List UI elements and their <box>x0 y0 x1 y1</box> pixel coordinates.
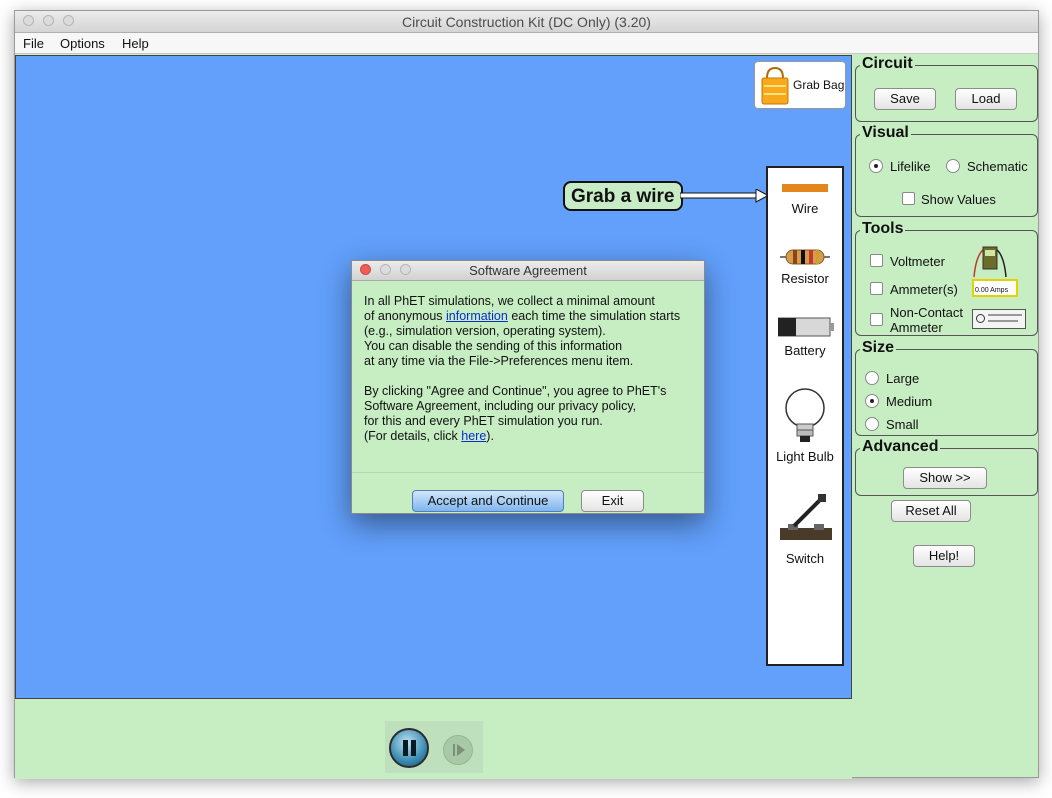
circuit-panel: Circuit Save Load <box>855 55 1038 122</box>
dialog-line: at any time via the File->Preferences me… <box>364 354 634 368</box>
save-button[interactable]: Save <box>874 88 936 110</box>
step-arrow-icon <box>457 744 465 756</box>
visual-panel: Visual Lifelike Schematic Show Values <box>855 124 1038 217</box>
dialog-line: (e.g., simulation version, operating sys… <box>364 324 606 338</box>
size-small-radio[interactable] <box>865 417 879 431</box>
light-bulb-icon <box>785 388 825 442</box>
ammeter-readout: 0.00 Amps <box>975 287 1009 294</box>
ammeter-checkbox[interactable] <box>870 282 883 295</box>
size-large-label: Large <box>886 371 920 386</box>
switch-label: Switch <box>785 551 825 566</box>
dialog-title: Software Agreement <box>469 263 587 278</box>
resistor-icon <box>780 249 830 265</box>
size-medium-radio[interactable] <box>865 394 879 408</box>
light-bulb-label: Light Bulb <box>776 449 834 464</box>
noncontact-text-line <box>988 320 1018 322</box>
noncontact-ammeter-icon <box>972 309 1026 329</box>
size-medium-label: Medium <box>886 394 933 409</box>
show-advanced-button[interactable]: Show >> <box>903 467 987 489</box>
show-values-label: Show Values <box>921 192 996 207</box>
pause-icon <box>403 740 408 756</box>
menu-file[interactable]: File <box>23 36 44 51</box>
circuit-panel-title: Circuit <box>860 55 915 73</box>
tools-panel-title: Tools <box>860 220 906 238</box>
advanced-panel: Advanced Show >> <box>855 438 1038 496</box>
playback-area <box>15 699 852 779</box>
component-toolbox: Wire Resistor Battery Light Bulb Switch <box>766 166 844 666</box>
noncontact-sensor-icon <box>976 314 985 323</box>
dialog-line: In all PhET simulations, we collect a mi… <box>364 294 655 308</box>
dialog-line-text: each time the simulation starts <box>507 309 681 323</box>
pause-button[interactable] <box>389 728 429 768</box>
noncontact-text-line <box>988 314 1022 316</box>
battery-icon <box>778 317 834 337</box>
grab-bag-label: Grab Bag <box>793 78 845 92</box>
schematic-radio[interactable] <box>946 159 960 173</box>
reset-all-button[interactable]: Reset All <box>891 500 971 522</box>
noncontact-ammeter-checkbox[interactable] <box>870 313 883 326</box>
visual-panel-title: Visual <box>860 124 911 142</box>
callout-arrow-icon <box>680 189 770 203</box>
window-title: Circuit Construction Kit (DC Only) (3.20… <box>402 14 651 30</box>
step-icon <box>453 744 455 756</box>
wire-icon <box>782 184 828 192</box>
voltmeter-checkbox[interactable] <box>870 254 883 267</box>
voltmeter-icon <box>973 246 1007 278</box>
dialog-line: By clicking "Agree and Continue", you ag… <box>364 384 667 398</box>
wire-label: Wire <box>791 201 819 216</box>
exit-button[interactable]: Exit <box>581 490 644 512</box>
show-values-checkbox[interactable] <box>902 192 915 205</box>
resistor-label: Resistor <box>781 271 829 286</box>
ammeter-label: Ammeter(s) <box>890 282 958 297</box>
voltmeter-label: Voltmeter <box>890 254 945 269</box>
dialog-line: (For details, click here). <box>364 429 700 444</box>
step-button[interactable] <box>443 735 473 765</box>
dialog-line <box>364 369 700 384</box>
details-here-link[interactable]: here <box>461 429 486 443</box>
dialog-line: You can disable the sending of this info… <box>364 339 623 353</box>
pause-icon-bar <box>411 740 416 756</box>
grab-wire-callout: Grab a wire <box>563 181 683 211</box>
battery-label: Battery <box>784 343 826 358</box>
dialog-line: for this and every PhET simulation you r… <box>364 414 603 428</box>
dialog-line-text: of anonymous <box>364 309 446 323</box>
noncontact-label-line2: Ammeter <box>890 320 943 335</box>
menu-help[interactable]: Help <box>122 36 149 51</box>
schematic-label: Schematic <box>967 159 1028 174</box>
dialog-separator <box>352 472 704 473</box>
grab-bag-button[interactable]: Grab Bag <box>754 61 846 109</box>
software-agreement-dialog: Software Agreement In all PhET simulatio… <box>351 260 705 514</box>
size-panel-title: Size <box>860 339 897 357</box>
dialog-line-text: (For details, click <box>364 429 462 443</box>
load-button[interactable]: Load <box>955 88 1017 110</box>
lifelike-radio[interactable] <box>869 159 883 173</box>
dialog-line: of anonymous information each time the s… <box>364 309 700 324</box>
help-button[interactable]: Help! <box>913 545 975 567</box>
size-small-label: Small <box>886 417 919 432</box>
dialog-title-bar: Software Agreement <box>352 261 704 281</box>
tools-panel: Tools Voltmeter Ammeter(s) 0.00 Amps Non… <box>855 220 1038 336</box>
size-large-radio[interactable] <box>865 371 879 385</box>
title-bar: Circuit Construction Kit (DC Only) (3.20… <box>15 11 1038 33</box>
menu-bar: File Options Help <box>15 33 1038 54</box>
dialog-message: In all PhET simulations, we collect a mi… <box>364 294 700 444</box>
switch-icon <box>780 494 832 540</box>
ammeter-icon: 0.00 Amps <box>972 279 1018 297</box>
size-panel: Size Large Medium Small <box>855 339 1038 436</box>
dialog-line-text: ). <box>486 429 494 443</box>
app-window: Circuit Construction Kit (DC Only) (3.20… <box>14 10 1039 779</box>
advanced-panel-title: Advanced <box>860 438 941 456</box>
grab-bag-icon <box>761 66 789 105</box>
accept-continue-button[interactable]: Accept and Continue <box>412 490 564 512</box>
lifelike-label: Lifelike <box>890 159 931 174</box>
noncontact-label-line1: Non-Contact <box>890 305 963 320</box>
menu-options[interactable]: Options <box>60 36 105 51</box>
dialog-line: Software Agreement, including our privac… <box>364 399 637 413</box>
information-link[interactable]: information <box>446 309 508 323</box>
